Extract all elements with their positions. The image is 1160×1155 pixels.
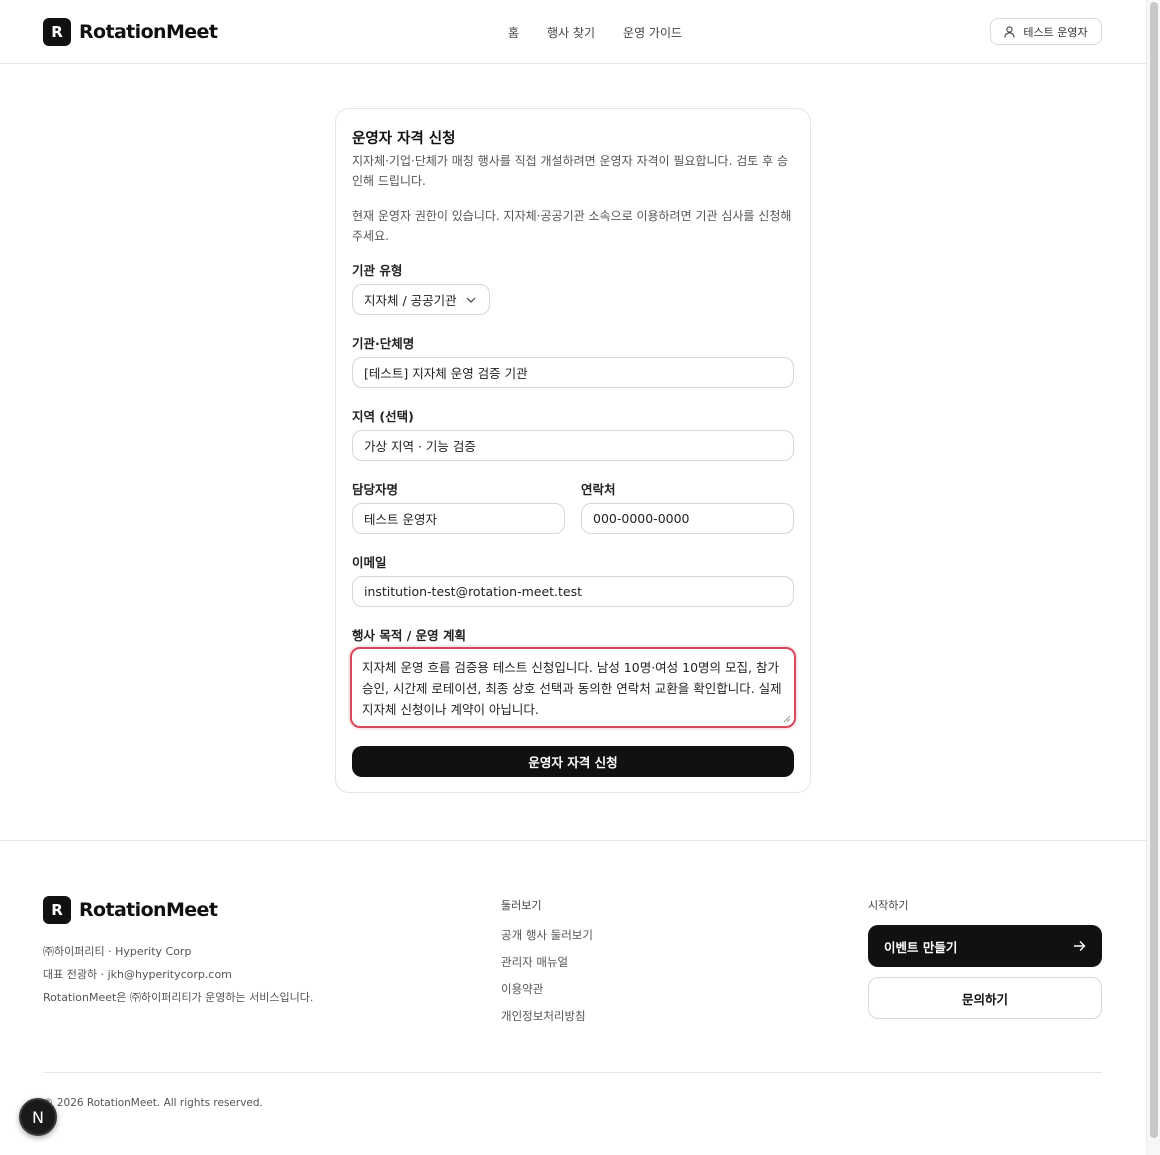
org-type-value: 지자체 / 공공기관	[364, 293, 457, 308]
org-name-input[interactable]: [테스트] 지자체 운영 검증 기관	[352, 357, 794, 388]
page-scrollbar[interactable]	[1146, 0, 1160, 1155]
plan-value: 지자체 운영 흐름 검증용 테스트 신청입니다. 남성 10명·여성 10명의 …	[362, 660, 782, 717]
link-public-events[interactable]: 공개 행사 둘러보기	[501, 922, 593, 949]
user-menu-button[interactable]: 테스트 운영자	[990, 18, 1102, 45]
brand-mark: R	[43, 18, 71, 46]
manager-input[interactable]: 테스트 운영자	[352, 503, 565, 534]
footer-brand[interactable]: R RotationMeet	[43, 896, 218, 924]
email-value: institution-test@rotation-meet.test	[364, 584, 583, 599]
representative-info: 대표 전광하 · jkh@hyperitycorp.com	[43, 968, 232, 981]
form-description: 지자체·기업·단체가 매칭 행사를 직접 개설하려면 운영자 자격이 필요합니다…	[352, 154, 788, 188]
region-input[interactable]: 가상 지역 · 기능 검증	[352, 430, 794, 461]
phone-input[interactable]: 000-0000-0000	[581, 503, 794, 534]
chevron-down-icon	[466, 297, 476, 303]
email-input[interactable]: institution-test@rotation-meet.test	[352, 576, 794, 607]
contact-button[interactable]: 문의하기	[868, 977, 1102, 1019]
browse-links: 공개 행사 둘러보기 관리자 매뉴얼 이용약관 개인정보처리방침	[501, 922, 593, 1030]
operator-application-card: 운영자 자격 신청 지자체·기업·단체가 매칭 행사를 직접 개설하려면 운영자…	[335, 108, 811, 793]
arrow-right-icon	[1074, 941, 1086, 951]
submit-button[interactable]: 운영자 자격 신청	[352, 746, 794, 777]
org-name-label: 기관·단체명	[352, 336, 415, 351]
create-event-label: 이벤트 만들기	[884, 939, 958, 955]
dev-tools-badge[interactable]: N	[19, 1098, 57, 1136]
site-header: R RotationMeet 홈 행사 찾기 운영 가이드 테스트 운영자	[0, 0, 1146, 64]
phone-label: 연락처	[581, 482, 616, 497]
form-note: 현재 운영자 권한이 있습니다. 지자체·공공기관 소속으로 이용하려면 기관 …	[352, 209, 792, 243]
org-name-value: [테스트] 지자체 운영 검증 기관	[364, 366, 528, 381]
region-label: 지역 (선택)	[352, 409, 414, 424]
service-note: RotationMeet은 ㈜하이퍼리티가 운영하는 서비스입니다.	[43, 991, 314, 1004]
create-event-button[interactable]: 이벤트 만들기	[868, 925, 1102, 967]
nav-home[interactable]: 홈	[508, 24, 519, 41]
brand-logo[interactable]: R RotationMeet	[43, 18, 218, 46]
resize-handle-icon[interactable]	[783, 715, 791, 723]
page-title: 운영자 자격 신청	[352, 131, 456, 147]
bottom-divider	[43, 1072, 1102, 1073]
footer-brand-mark: R	[43, 896, 71, 924]
link-privacy[interactable]: 개인정보처리방침	[501, 1003, 593, 1030]
org-type-label: 기관 유형	[352, 263, 403, 278]
nav-operation-guide[interactable]: 운영 가이드	[623, 24, 682, 41]
company-info: ㈜하이퍼리티 · Hyperity Corp 대표 전광하 · jkh@hype…	[43, 940, 313, 1009]
user-icon	[1004, 25, 1015, 38]
plan-label: 행사 목적 / 운영 계획	[352, 628, 466, 643]
plan-textarea[interactable]: 지자체 운영 흐름 검증용 테스트 신청입니다. 남성 10명·여성 10명의 …	[350, 647, 796, 728]
brand-name: RotationMeet	[79, 21, 218, 43]
footer-brand-name: RotationMeet	[79, 899, 218, 921]
start-title: 시작하기	[868, 899, 909, 912]
scrollbar-thumb[interactable]	[1150, 2, 1158, 1138]
org-type-select[interactable]: 지자체 / 공공기관	[352, 284, 490, 315]
nav-find-events[interactable]: 행사 찾기	[547, 24, 595, 41]
phone-value: 000-0000-0000	[593, 511, 690, 526]
main-nav: 홈 행사 찾기 운영 가이드	[508, 24, 710, 41]
footer-divider	[0, 840, 1146, 841]
browse-title: 둘러보기	[501, 899, 542, 912]
user-name: 테스트 운영자	[1023, 25, 1088, 39]
copyright: © 2026 RotationMeet. All rights reserved…	[43, 1097, 263, 1109]
manager-value: 테스트 운영자	[364, 512, 437, 527]
region-value: 가상 지역 · 기능 검증	[364, 439, 476, 454]
email-label: 이메일	[352, 555, 387, 570]
link-terms[interactable]: 이용약관	[501, 976, 593, 1003]
manager-label: 담당자명	[352, 482, 399, 497]
company-name: ㈜하이퍼리티 · Hyperity Corp	[43, 945, 192, 958]
link-admin-manual[interactable]: 관리자 매뉴얼	[501, 949, 593, 976]
